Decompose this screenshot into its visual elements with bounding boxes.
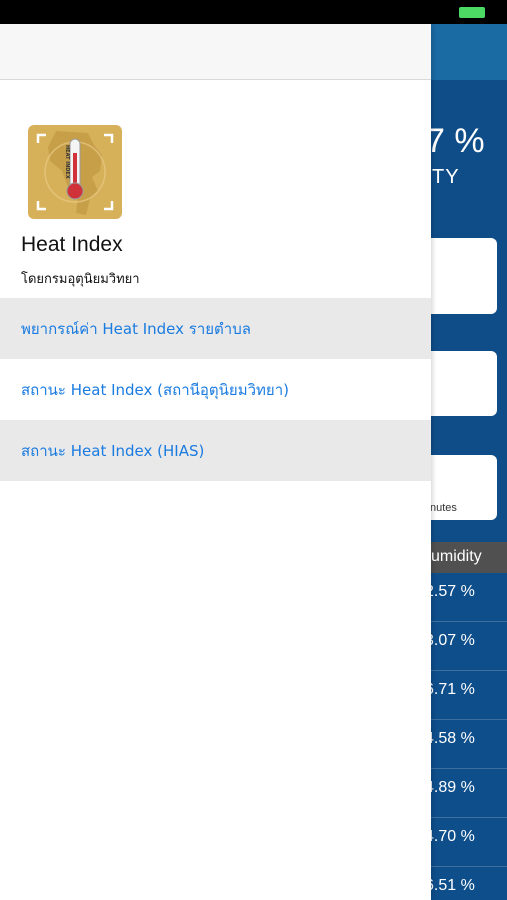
humidity-percent: 7 % — [426, 122, 485, 160]
app-logo-icon: HEAT INDEX — [28, 125, 122, 219]
list-item: 6.51 % — [425, 867, 507, 900]
list-item: 4.58 % — [425, 720, 507, 769]
menu-item-hias-status[interactable]: สถานะ Heat Index (HIAS) — [0, 420, 431, 481]
info-card[interactable] — [425, 238, 497, 314]
side-drawer: HEAT INDEX Heat Index โดยกรมอุตุนิยมวิทย… — [0, 24, 431, 900]
battery-icon — [459, 7, 485, 18]
app-name: Heat Index — [21, 233, 123, 256]
list-item: 6.71 % — [425, 671, 507, 720]
menu-item-district-forecast[interactable]: พยากรณ์ค่า Heat Index รายตำบล — [0, 298, 431, 359]
card-caption: nutes — [430, 502, 457, 514]
drawer-header-bar — [0, 24, 431, 80]
list-item: 3.07 % — [425, 622, 507, 671]
list-item: 2.57 % — [425, 573, 507, 622]
humidity-label: TY — [432, 166, 460, 188]
info-card[interactable]: nutes — [425, 455, 497, 520]
status-bar — [0, 0, 507, 24]
app-publisher: โดยกรมอุตุนิยมวิทยา — [21, 272, 140, 287]
humidity-column-header: umidity — [425, 542, 507, 573]
list-item: 4.70 % — [425, 818, 507, 867]
list-item: 4.89 % — [425, 769, 507, 818]
info-card[interactable] — [425, 351, 497, 416]
humidity-list: 2.57 % 3.07 % 6.71 % 4.58 % 4.89 % 4.70 … — [425, 573, 507, 900]
menu-item-station-status[interactable]: สถานะ Heat Index (สถานีอุตุนิยมวิทยา) — [0, 359, 431, 420]
icon-text: HEAT INDEX — [64, 145, 70, 179]
drawer-menu: พยากรณ์ค่า Heat Index รายตำบล สถานะ Heat… — [0, 298, 431, 481]
